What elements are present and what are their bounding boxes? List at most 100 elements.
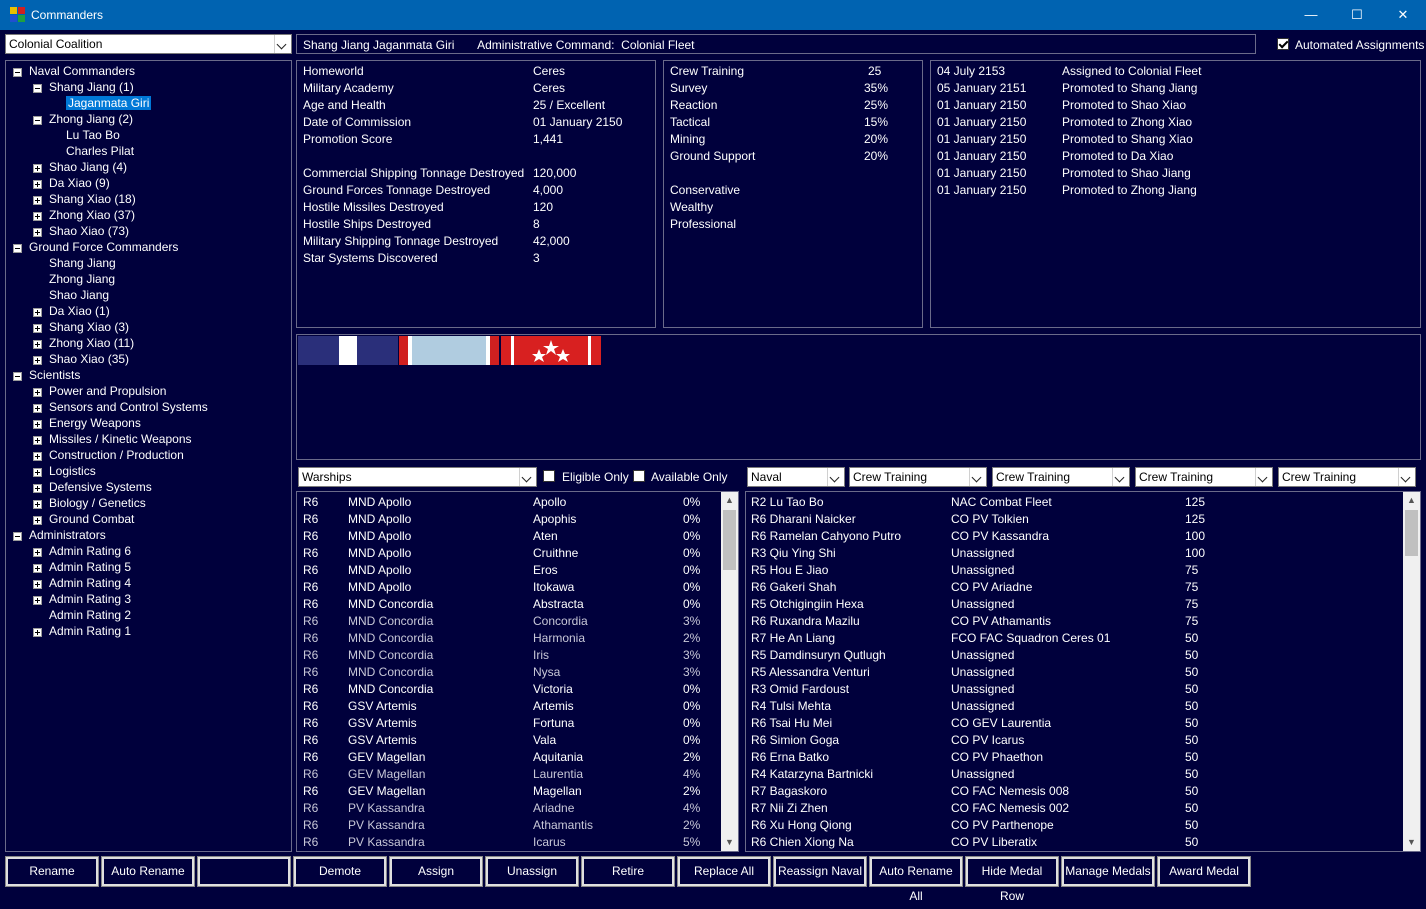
scroll-up-icon[interactable]: ▲ <box>1403 492 1420 509</box>
expand-icon[interactable] <box>33 356 42 365</box>
tree-item[interactable]: Scientists <box>6 368 286 384</box>
automated-assignments-checkbox[interactable] <box>1277 38 1289 50</box>
tree-item[interactable]: Shao Jiang <box>6 288 286 304</box>
chevron-down-icon[interactable] <box>1255 468 1272 486</box>
chevron-down-icon[interactable] <box>827 468 844 486</box>
ship-row[interactable]: R6 GEV Magellan Aquitania 2% <box>297 750 721 767</box>
hide-medal-row-button[interactable]: Hide Medal Row <box>965 856 1059 903</box>
collapse-icon[interactable] <box>33 116 42 125</box>
auto-rename-all-button[interactable]: Auto Rename All <box>869 856 963 903</box>
expand-icon[interactable] <box>33 564 42 573</box>
tree-item[interactable]: Da Xiao (9) <box>6 176 286 192</box>
tree-item[interactable]: Shang Jiang <box>6 256 286 272</box>
officer-row[interactable]: R3 Qiu Ying Shi Unassigned 100 <box>746 546 1402 563</box>
ship-row[interactable]: R6 GSV Artemis Fortuna 0% <box>297 716 721 733</box>
tree-item[interactable]: Construction / Production <box>6 448 286 464</box>
collapse-icon[interactable] <box>13 372 22 381</box>
ship-row[interactable]: R6 MND Apollo Eros 0% <box>297 563 721 580</box>
medal-ribbon-red-lightblue[interactable] <box>399 336 499 365</box>
ships-scrollbar[interactable]: ▲ ▼ <box>721 492 738 851</box>
officers-list[interactable]: ▲ ▼ R2 Lu Tao Bo NAC Combat Fleet 125 R6 Dh… <box>745 491 1421 852</box>
auto-rename-button[interactable]: Auto Rename <box>101 856 195 887</box>
ship-row[interactable]: R6 MND Concordia Harmonia 2% <box>297 631 721 648</box>
expand-icon[interactable] <box>33 500 42 509</box>
tree-item[interactable]: Administrators <box>6 528 286 544</box>
chevron-down-icon[interactable] <box>519 468 536 486</box>
close-button[interactable]: ✕ <box>1380 0 1426 30</box>
ship-row[interactable]: R6 MND Apollo Aten 0% <box>297 529 721 546</box>
tree-item[interactable]: Shang Xiao (3) <box>6 320 286 336</box>
expand-icon[interactable] <box>33 484 42 493</box>
officer-row[interactable]: R7 He An Liang FCO FAC Squadron Ceres 01 5… <box>746 631 1402 648</box>
tree-item[interactable]: Jaganmata Giri <box>6 96 286 112</box>
retire-button[interactable]: Retire <box>581 856 675 887</box>
ships-list[interactable]: ▲ ▼ R6 MND Apollo Apollo 0% R6 MND Apollo Apop… <box>296 491 739 852</box>
expand-icon[interactable] <box>33 164 42 173</box>
officer-row[interactable]: R4 Tulsi Mehta Unassigned 50 <box>746 699 1402 716</box>
officer-row[interactable]: R6 Dharani Naicker CO PV Tolkien 125 <box>746 512 1402 529</box>
expand-icon[interactable] <box>33 324 42 333</box>
officer-filter-1[interactable]: Crew Training <box>849 467 987 487</box>
tree-item[interactable]: Shao Xiao (35) <box>6 352 286 368</box>
ship-row[interactable]: R6 MND Concordia Concordia 3% <box>297 614 721 631</box>
scroll-thumb[interactable] <box>1405 510 1418 556</box>
ship-row[interactable]: R6 MND Concordia Nysa 3% <box>297 665 721 682</box>
eligible-only-checkbox[interactable] <box>543 470 555 482</box>
expand-icon[interactable] <box>33 452 42 461</box>
ship-row[interactable]: R6 MND Concordia Iris 3% <box>297 648 721 665</box>
disabled-button[interactable] <box>197 856 291 887</box>
chevron-down-icon[interactable] <box>969 468 986 486</box>
expand-icon[interactable] <box>33 404 42 413</box>
ship-row[interactable]: R6 GEV Magellan Magellan 2% <box>297 784 721 801</box>
collapse-icon[interactable] <box>13 68 22 77</box>
available-only-checkbox[interactable] <box>633 470 645 482</box>
officer-row[interactable]: R3 Omid Fardoust Unassigned 50 <box>746 682 1402 699</box>
expand-icon[interactable] <box>33 548 42 557</box>
tree-item[interactable]: Zhong Jiang (2) <box>6 112 286 128</box>
officer-row[interactable]: R5 Otchigingiin Hexa Unassigned 75 <box>746 597 1402 614</box>
tree-item[interactable]: Admin Rating 1 <box>6 624 286 640</box>
race-select[interactable]: Colonial Coalition <box>5 34 292 54</box>
tree-item[interactable]: Zhong Xiao (37) <box>6 208 286 224</box>
assign-button[interactable]: Assign <box>389 856 483 887</box>
officer-filter-0[interactable]: Naval <box>747 467 845 487</box>
scroll-down-icon[interactable]: ▼ <box>721 834 738 851</box>
officer-row[interactable]: R6 Ramelan Cahyono Putro CO PV Kassandra 1… <box>746 529 1402 546</box>
tree-item[interactable]: Power and Propulsion <box>6 384 286 400</box>
tree-item[interactable]: Sensors and Control Systems <box>6 400 286 416</box>
officer-filter-3[interactable]: Crew Training <box>1135 467 1273 487</box>
chevron-down-icon[interactable] <box>1112 468 1129 486</box>
ship-row[interactable]: R6 GSV Artemis Artemis 0% <box>297 699 721 716</box>
officer-row[interactable]: R6 Xu Hong Qiong CO PV Parthenope 50 <box>746 818 1402 835</box>
ship-row[interactable]: R6 MND Apollo Apophis 0% <box>297 512 721 529</box>
tree-item[interactable]: Missiles / Kinetic Weapons <box>6 432 286 448</box>
ship-row[interactable]: R6 GEV Magellan Laurentia 4% <box>297 767 721 784</box>
tree-item[interactable]: Admin Rating 3 <box>6 592 286 608</box>
officer-row[interactable]: R5 Alessandra Venturi Unassigned 50 <box>746 665 1402 682</box>
expand-icon[interactable] <box>33 212 42 221</box>
tree-item[interactable]: Ground Force Commanders <box>6 240 286 256</box>
officers-scrollbar[interactable]: ▲ ▼ <box>1403 492 1420 851</box>
ship-row[interactable]: R6 PV Kassandra Icarus 5% <box>297 835 721 851</box>
tree-item[interactable]: Lu Tao Bo <box>6 128 286 144</box>
expand-icon[interactable] <box>33 580 42 589</box>
ship-row[interactable]: R6 MND Apollo Cruithne 0% <box>297 546 721 563</box>
expand-icon[interactable] <box>33 468 42 477</box>
demote-button[interactable]: Demote <box>293 856 387 887</box>
officer-filter-2[interactable]: Crew Training <box>992 467 1130 487</box>
rename-button[interactable]: Rename <box>5 856 99 887</box>
maximize-button[interactable]: ☐ <box>1334 0 1380 30</box>
expand-icon[interactable] <box>33 180 42 189</box>
officer-row[interactable]: R5 Hou E Jiao Unassigned 75 <box>746 563 1402 580</box>
tree-item[interactable]: Defensive Systems <box>6 480 286 496</box>
tree-item[interactable]: Ground Combat <box>6 512 286 528</box>
ship-row[interactable]: R6 PV Kassandra Ariadne 4% <box>297 801 721 818</box>
tree-item[interactable]: Admin Rating 2 <box>6 608 286 624</box>
scroll-up-icon[interactable]: ▲ <box>721 492 738 509</box>
tree-item[interactable]: Biology / Genetics <box>6 496 286 512</box>
tree-item[interactable]: Da Xiao (1) <box>6 304 286 320</box>
collapse-icon[interactable] <box>13 244 22 253</box>
expand-icon[interactable] <box>33 516 42 525</box>
ship-row[interactable]: R6 PV Kassandra Athamantis 2% <box>297 818 721 835</box>
expand-icon[interactable] <box>33 388 42 397</box>
